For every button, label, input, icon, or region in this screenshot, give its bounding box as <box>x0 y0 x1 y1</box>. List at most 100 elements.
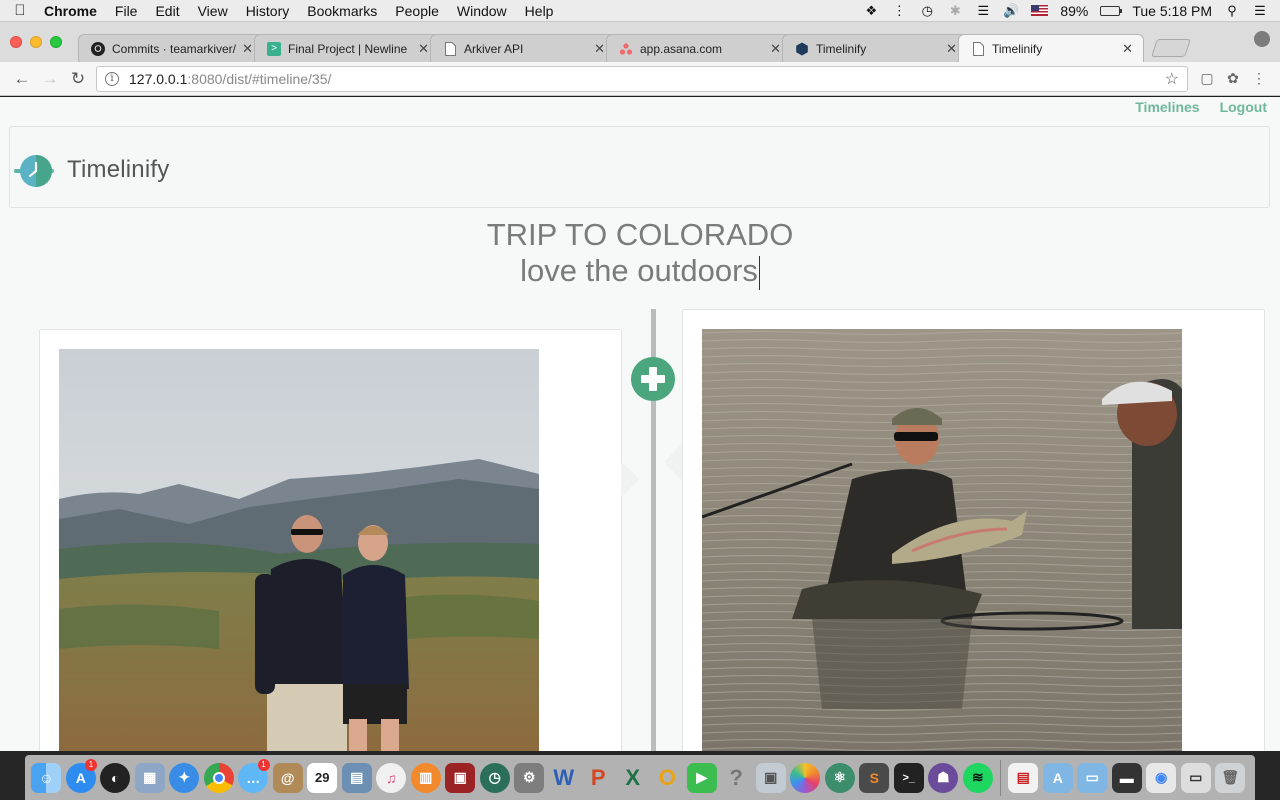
timeline-title[interactable]: TRIP TO COLORADO <box>0 217 1280 253</box>
apple-menu-icon[interactable]:  <box>0 2 40 19</box>
minimize-window-button[interactable] <box>30 36 42 48</box>
dock-help[interactable]: ? <box>719 761 754 795</box>
notification-center-icon[interactable]: ☰ <box>1252 3 1268 18</box>
app-store-badge: 1 <box>85 758 97 771</box>
menu-bookmarks[interactable]: Bookmarks <box>298 0 386 22</box>
document-icon: ▤ <box>1008 762 1039 793</box>
battery-icon[interactable] <box>1100 5 1123 16</box>
image-capture-icon: ▣ <box>755 762 786 793</box>
dock-photo-booth[interactable]: ▣ <box>443 761 478 795</box>
cast-icon[interactable]: ▢ <box>1194 66 1220 92</box>
dock-ibooks[interactable]: ▥ <box>409 761 444 795</box>
dock-outlook[interactable]: O <box>650 761 685 795</box>
time-machine-icon[interactable]: ◷ <box>919 3 935 18</box>
address-bar[interactable]: i 127.0.0.1:8080/dist/#timeline/35/ ☆ <box>96 65 1188 92</box>
menu-people[interactable]: People <box>386 0 448 22</box>
tab-title: Commits · teamarkiver/ <box>112 41 237 56</box>
dock-image-capture[interactable]: ▣ <box>754 761 789 795</box>
tab-commits[interactable]: Commits · teamarkiver/ ✕ <box>78 34 264 62</box>
dock-photo-browser[interactable]: ▤ <box>340 761 375 795</box>
dock-messages[interactable]: … 1 <box>236 758 271 795</box>
spotify-icon: ≋ <box>962 762 993 793</box>
dock-sublime[interactable]: S <box>857 761 892 795</box>
menu-window[interactable]: Window <box>448 0 516 22</box>
close-tab-icon[interactable]: ✕ <box>242 41 253 57</box>
dock-document[interactable]: ▤ <box>1006 761 1041 795</box>
input-source-flag-icon[interactable] <box>1031 5 1049 16</box>
add-event-button[interactable] <box>631 357 675 401</box>
close-window-button[interactable] <box>10 36 22 48</box>
dock-spotify[interactable]: ≋ <box>961 761 996 795</box>
dock-time-machine[interactable]: ◷ <box>478 761 513 795</box>
menu-edit[interactable]: Edit <box>146 0 188 22</box>
timeline-card-right[interactable] <box>682 309 1265 751</box>
extension-bug-icon[interactable]: ✿ <box>1220 66 1246 92</box>
dock-safari[interactable]: ✦ <box>167 761 202 795</box>
zoom-window-button[interactable] <box>50 36 62 48</box>
timelines-link[interactable]: Timelines <box>1135 99 1199 115</box>
close-tab-icon[interactable]: ✕ <box>946 41 957 57</box>
dock-excel[interactable]: X <box>616 761 651 795</box>
dock-powerpoint[interactable]: P <box>581 761 616 795</box>
tab-arkiver-api[interactable]: Arkiver API ✕ <box>430 34 616 62</box>
mountain-photo <box>59 349 539 751</box>
menu-view[interactable]: View <box>189 0 237 22</box>
menu-app-name[interactable]: Chrome <box>40 0 106 22</box>
close-tab-icon[interactable]: ✕ <box>418 41 429 57</box>
tab-timelinify-1[interactable]: Timelinify ✕ <box>782 34 968 62</box>
close-tab-icon[interactable]: ✕ <box>770 41 781 57</box>
brand-name[interactable]: Timelinify <box>67 156 169 184</box>
dock-system-preferences[interactable]: ⚙ <box>512 761 547 795</box>
back-button[interactable]: ← <box>8 65 36 93</box>
dock-photos[interactable] <box>788 761 823 795</box>
photos-icon <box>790 762 821 793</box>
spotlight-search-icon[interactable]: ⚲ <box>1224 3 1240 18</box>
dock-trash[interactable]: 🗑 <box>1213 761 1248 795</box>
dock-minimized-window[interactable]: ▭ <box>1179 761 1214 795</box>
activity-icon[interactable]: ⋮ <box>891 3 907 18</box>
dock-facetime[interactable]: ▶ <box>685 761 720 795</box>
chrome-menu-icon[interactable]: ⋮ <box>1246 66 1272 92</box>
dock-screenshot[interactable]: ▬ <box>1110 761 1145 795</box>
close-tab-icon[interactable]: ✕ <box>1122 41 1133 57</box>
logout-link[interactable]: Logout <box>1220 99 1267 115</box>
forward-button[interactable]: → <box>36 65 64 93</box>
dock-chrome[interactable] <box>202 761 237 795</box>
dropbox-icon[interactable]: ❖ <box>863 3 879 18</box>
tab-asana[interactable]: app.asana.com ✕ <box>606 34 792 62</box>
tab-final-project[interactable]: > Final Project | Newline ✕ <box>254 34 440 62</box>
dock-calendar[interactable]: 29 <box>305 761 340 795</box>
timeline-card-left[interactable] <box>39 329 622 751</box>
timelinify-logo-icon[interactable] <box>14 154 54 192</box>
dock-github[interactable]: ☗ <box>926 761 961 795</box>
profile-icon[interactable] <box>1254 31 1270 47</box>
dock-downloads-folder[interactable]: ▭ <box>1075 761 1110 795</box>
dock-atom[interactable]: ⚛ <box>823 761 858 795</box>
timeline-subtitle-editor[interactable]: love the outdoors <box>0 253 1280 290</box>
dock-app-store[interactable]: A1 <box>64 758 99 795</box>
reload-button[interactable]: ↻ <box>64 65 92 93</box>
bluetooth-icon[interactable]: ✱ <box>947 3 963 18</box>
new-tab-button[interactable] <box>1151 39 1191 57</box>
volume-icon[interactable]: 🔊 <box>1003 3 1019 18</box>
tab-title: app.asana.com <box>640 41 723 56</box>
menu-help[interactable]: Help <box>516 0 563 22</box>
dock-chrome-window[interactable]: ◉ <box>1144 761 1179 795</box>
dock-preview[interactable]: ▦ <box>133 761 168 795</box>
dock-contacts[interactable]: @ <box>271 761 306 795</box>
tab-timelinify-active[interactable]: Timelinify ✕ <box>958 34 1144 62</box>
bookmark-star-icon[interactable]: ☆ <box>1165 69 1179 89</box>
safari-icon: ✦ <box>169 762 200 793</box>
clock[interactable]: Tue 5:18 PM <box>1132 3 1212 19</box>
dock-itunes[interactable]: ♫ <box>374 761 409 795</box>
dock-word[interactable]: W <box>547 761 582 795</box>
dock-terminal[interactable]: >_ <box>892 761 927 795</box>
menu-file[interactable]: File <box>106 0 147 22</box>
dock-applications-folder[interactable]: A <box>1041 761 1076 795</box>
dock-dashboard[interactable]: ◐ <box>98 761 133 795</box>
dock-finder[interactable]: ☺ <box>29 761 64 795</box>
menu-history[interactable]: History <box>237 0 299 22</box>
close-tab-icon[interactable]: ✕ <box>594 41 605 57</box>
info-icon[interactable]: i <box>105 71 119 86</box>
wifi-icon[interactable]: ☰ <box>975 3 991 18</box>
